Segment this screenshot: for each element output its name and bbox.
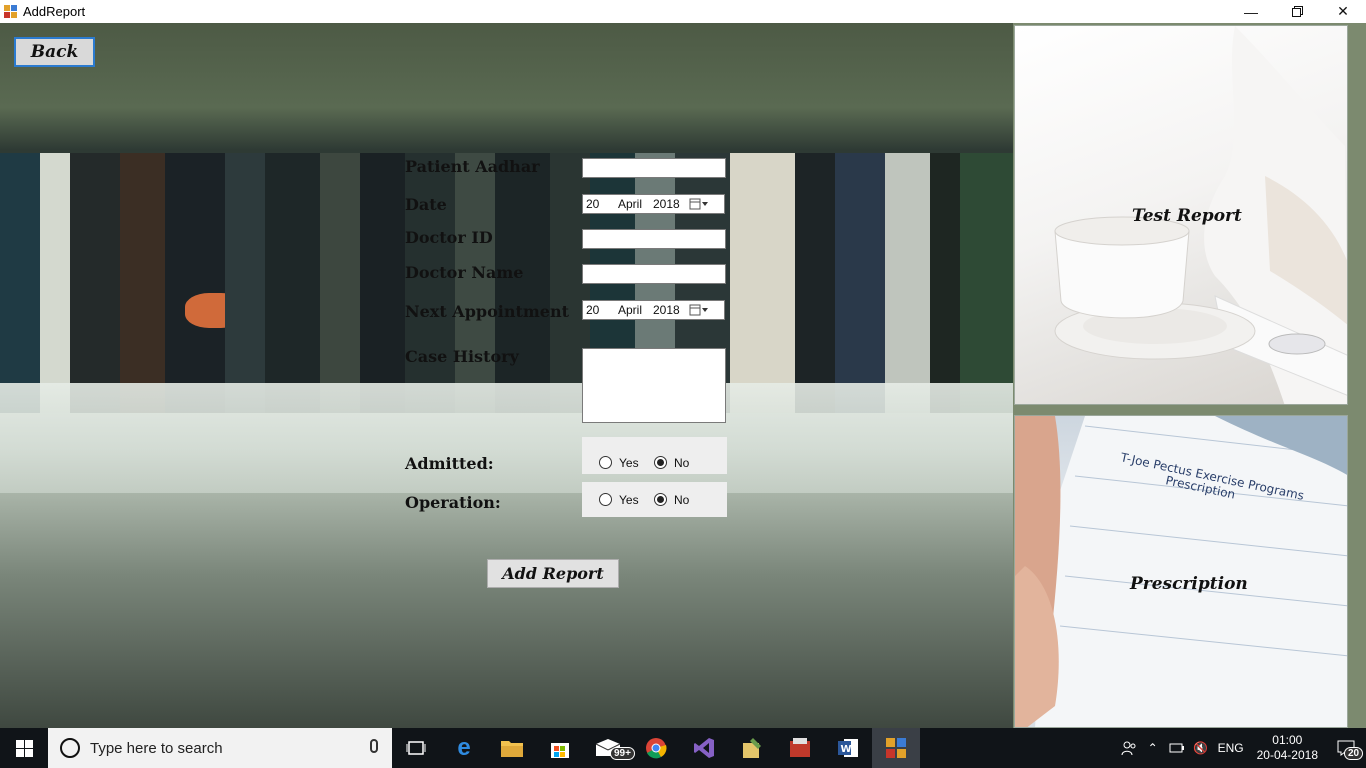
clock-date: 20-04-2018 <box>1256 748 1318 762</box>
doctor-name-label: Doctor Name <box>405 263 524 282</box>
tools-app-icon[interactable] <box>728 728 776 768</box>
date-label: Date <box>405 195 447 214</box>
microphone-icon[interactable] <box>370 739 378 753</box>
clock[interactable]: 01:00 20-04-2018 <box>1257 733 1318 763</box>
window-title: AddReport <box>23 4 86 19</box>
back-button[interactable]: Back <box>14 37 95 67</box>
title-bar: AddReport — ✕ <box>0 0 1366 23</box>
windows-start-icon[interactable] <box>0 728 48 768</box>
admitted-radio-group: Yes No <box>582 437 727 474</box>
radio-icon[interactable] <box>599 493 612 506</box>
taskbar-search-box[interactable]: Type here to search <box>48 728 392 768</box>
next-day: 20 <box>586 303 600 317</box>
notification-icon[interactable]: 20 <box>1326 728 1366 768</box>
chevron-up-icon[interactable]: ⌃ <box>1141 728 1165 768</box>
prescription-label: Prescription <box>1130 574 1248 594</box>
word-icon[interactable]: W <box>824 728 872 768</box>
doctor-id-input[interactable] <box>582 229 726 249</box>
lower-background <box>0 493 1013 728</box>
close-icon[interactable]: ✕ <box>1320 0 1366 23</box>
test-report-tile[interactable]: Test Report <box>1014 25 1348 405</box>
operation-yes-option[interactable]: Yes <box>599 493 654 507</box>
battery-network-icon[interactable] <box>1165 728 1189 768</box>
next-year: 2018 <box>653 303 680 317</box>
operation-yes-label: Yes <box>619 492 639 507</box>
file-explorer-icon[interactable] <box>488 728 536 768</box>
operation-label: Operation: <box>405 493 501 512</box>
patient-aadhar-label: Patient Aadhar <box>405 157 540 176</box>
language-indicator[interactable]: ENG <box>1213 728 1249 768</box>
case-history-label: Case History <box>405 347 519 366</box>
operation-no-label: No <box>674 492 690 507</box>
prescription-tile[interactable]: T-Joe Pectus Exercise Programs Prescript… <box>1014 415 1348 728</box>
date-month: April <box>618 197 643 211</box>
admitted-no-label: No <box>674 455 690 470</box>
cortana-icon <box>60 738 80 758</box>
edge-browser-icon[interactable]: e <box>440 728 488 768</box>
svg-text:W: W <box>841 744 852 755</box>
case-history-textarea[interactable] <box>582 348 726 423</box>
next-appointment-label: Next Appointment <box>405 302 569 321</box>
shelf-strip <box>0 383 1013 493</box>
operation-radio-group: Yes No <box>582 482 727 517</box>
next-month: April <box>618 303 643 317</box>
app-icon <box>4 4 18 19</box>
add-report-button[interactable]: Add Report <box>487 559 619 588</box>
restore-icon[interactable] <box>1274 0 1320 23</box>
calendar-dropdown-icon[interactable] <box>689 198 709 210</box>
radio-selected-icon[interactable] <box>654 493 667 506</box>
radio-icon[interactable] <box>599 456 612 469</box>
date-year: 2018 <box>653 197 680 211</box>
radio-selected-icon[interactable] <box>654 456 667 469</box>
task-view-icon[interactable] <box>392 728 440 768</box>
minimize-icon[interactable]: — <box>1228 0 1274 23</box>
operation-no-option[interactable]: No <box>654 493 689 507</box>
main-form: Back Patient Aadhar Date 20 April 2018 D… <box>0 23 1366 728</box>
date-picker[interactable]: 20 April 2018 <box>582 194 725 214</box>
notification-count: 20 <box>1344 747 1364 760</box>
volume-muted-icon[interactable]: 🔇 <box>1189 728 1213 768</box>
admitted-label: Admitted: <box>405 454 494 473</box>
doctor-id-label: Doctor ID <box>405 228 493 247</box>
chrome-icon[interactable] <box>632 728 680 768</box>
calendar-dropdown-icon[interactable] <box>689 304 709 316</box>
patient-aadhar-input[interactable] <box>582 158 726 178</box>
taskbar: Type here to search e 99+ W ⌃ � <box>0 728 1366 768</box>
store-icon[interactable] <box>536 728 584 768</box>
search-placeholder: Type here to search <box>90 739 223 757</box>
access-db-icon[interactable] <box>776 728 824 768</box>
mail-icon[interactable]: 99+ <box>584 728 635 768</box>
admitted-yes-option[interactable]: Yes <box>599 456 654 470</box>
addreport-app-icon[interactable] <box>872 728 920 768</box>
admitted-yes-label: Yes <box>619 455 639 470</box>
test-report-label: Test Report <box>1132 206 1242 226</box>
date-day: 20 <box>586 197 600 211</box>
doctor-name-input[interactable] <box>582 264 726 284</box>
visual-studio-icon[interactable] <box>680 728 728 768</box>
prescription-image: T-Joe Pectus Exercise Programs Prescript… <box>1015 416 1347 727</box>
clock-time: 01:00 <box>1272 733 1303 747</box>
people-icon[interactable] <box>1117 728 1141 768</box>
admitted-no-option[interactable]: No <box>654 456 689 470</box>
next-appointment-picker[interactable]: 20 April 2018 <box>582 300 725 320</box>
bookshelf-image <box>0 153 1013 413</box>
